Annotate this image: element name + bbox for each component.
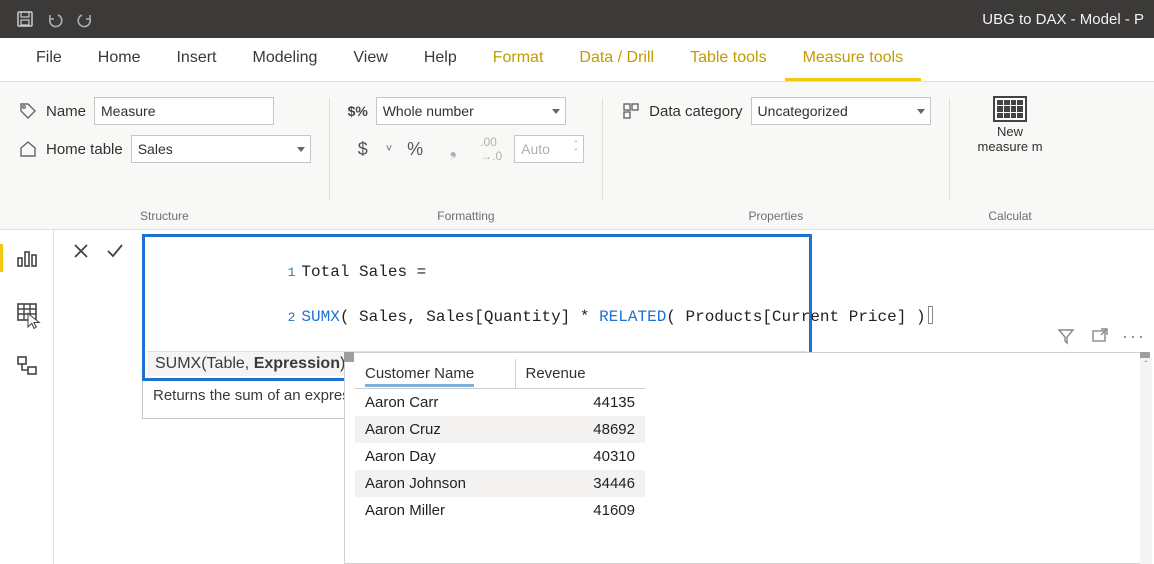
format-icon: $% [348,101,368,121]
save-icon[interactable] [10,4,40,34]
sumx-keyword: SUMX [301,308,339,326]
home-table-label: Home table [46,141,123,158]
redo-icon[interactable] [70,4,100,34]
data-category-icon [621,101,641,121]
main-panel: 1Total Sales = 2SUMX( Sales, Sales[Quant… [54,230,1154,564]
col-header-revenue[interactable]: Revenue [515,359,645,389]
thousands-button[interactable]: ❟ [438,135,468,163]
table-row[interactable]: Aaron Carr44135 [355,389,645,417]
ribbon: Name Home table Structure [0,82,1154,230]
titlebar: UBG to DAX - Model - P [0,0,1154,38]
group-structure: Name Home table Structure [0,90,329,229]
scroll-up-icon[interactable]: ˆ [1140,358,1152,372]
name-label: Name [46,103,86,120]
home-table-select[interactable] [131,135,311,163]
group-calculations-label: Calculat [968,209,1053,229]
col-header-customer[interactable]: Customer Name [355,359,515,389]
group-structure-label: Structure [18,209,311,229]
more-options-icon[interactable]: ··· [1124,326,1144,346]
view-nav [0,230,54,564]
data-view-button[interactable] [9,294,45,330]
formula-line1: Total Sales = [301,263,435,281]
ribbon-tabs: File Home Insert Modeling View Help Form… [0,38,1154,82]
app-window: UBG to DAX - Model - P File Home Insert … [0,0,1154,564]
tab-insert[interactable]: Insert [158,38,234,81]
percent-button[interactable]: % [400,135,430,163]
new-measure-button[interactable]: New measure m [968,96,1053,154]
data-category-label: Data category [649,103,742,120]
table-row[interactable]: Aaron Miller41609 [355,497,645,524]
vertical-scrollbar[interactable]: ˆ [1140,358,1152,564]
measure-name-input[interactable] [94,97,274,125]
resize-corner[interactable] [344,352,354,362]
tab-view[interactable]: View [335,38,405,81]
text-cursor [928,306,933,324]
decimal-places-input[interactable]: Auto ˆˇ [514,135,584,163]
group-formatting-label: Formatting [348,209,584,229]
table-row[interactable]: Aaron Johnson34446 [355,470,645,497]
tab-modeling[interactable]: Modeling [234,38,335,81]
new-measure-line1: New [997,124,1023,139]
new-measure-line2: measure m [978,139,1043,154]
data-category-select[interactable] [751,97,931,125]
auto-label: Auto [521,141,550,157]
currency-button[interactable]: $ [348,135,378,163]
group-properties: Data category Properties [603,90,948,229]
group-properties-label: Properties [621,209,930,229]
cursor-icon [25,312,43,330]
visual-toolbar: ··· [1056,326,1144,346]
tab-table-tools[interactable]: Table tools [672,38,785,81]
focus-mode-icon[interactable] [1090,326,1110,346]
formula-mid: ( Sales, Sales[Quantity] * [340,308,599,326]
filter-icon[interactable] [1056,326,1076,346]
undo-icon[interactable] [40,4,70,34]
tab-file[interactable]: File [18,38,80,81]
cancel-formula-button[interactable] [68,238,94,264]
group-formatting: $% $ ˅ % ❟ .00→.0 Auto ˆˇ For [330,90,602,229]
related-keyword: RELATED [599,308,666,326]
tab-data-drill[interactable]: Data / Drill [561,38,672,81]
calculator-icon [993,96,1027,122]
group-calculations: New measure m Calculat [950,90,1071,229]
commit-formula-button[interactable] [102,238,128,264]
home-table-icon [18,139,38,159]
format-select[interactable] [376,97,566,125]
table-row[interactable]: Aaron Cruz48692 [355,416,645,443]
decimals-button[interactable]: .00→.0 [476,135,506,163]
tab-measure-tools[interactable]: Measure tools [785,38,922,81]
tab-help[interactable]: Help [406,38,475,81]
report-view-button[interactable] [9,240,45,276]
tag-icon [18,101,38,121]
model-view-button[interactable] [9,348,45,384]
table-row[interactable]: Aaron Day40310 [355,443,645,470]
tab-home[interactable]: Home [80,38,159,81]
window-title: UBG to DAX - Model - P [982,11,1144,28]
visual-canvas[interactable]: Customer Name Revenue Aaron Carr44135 Aa… [344,352,1150,564]
work-area: 1Total Sales = 2SUMX( Sales, Sales[Quant… [0,230,1154,564]
tab-format[interactable]: Format [475,38,562,81]
data-table: Customer Name Revenue Aaron Carr44135 Aa… [355,359,645,524]
formula-tail: ( Products[Current Price] ) [666,308,925,326]
